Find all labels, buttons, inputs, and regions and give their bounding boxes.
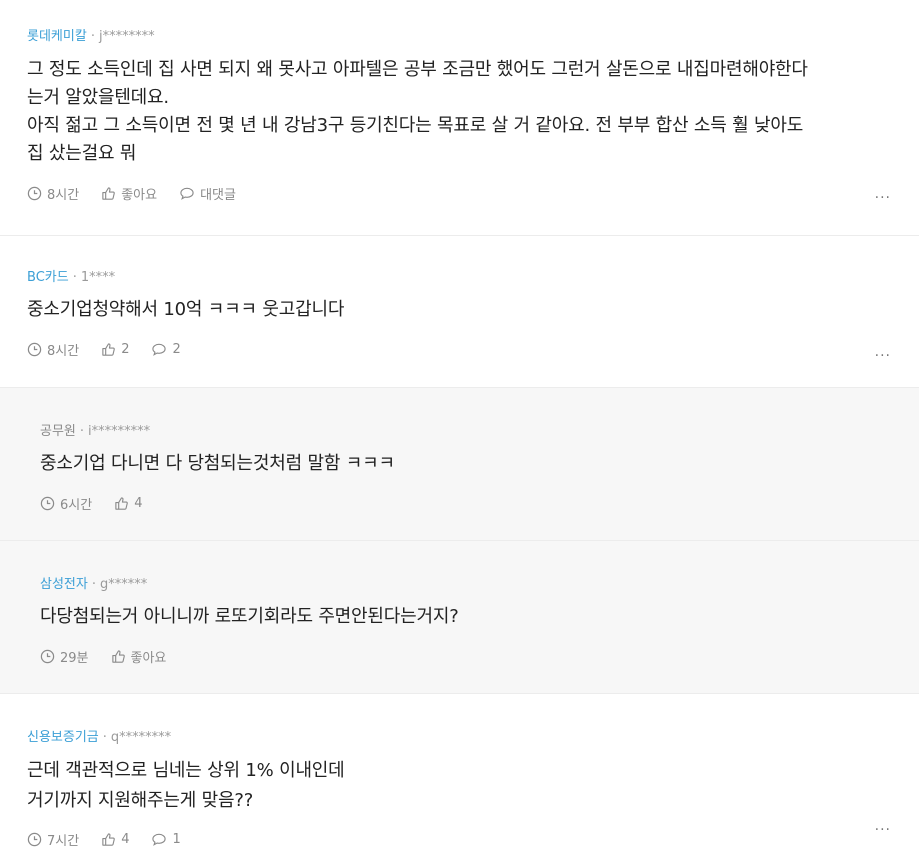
reply-button[interactable]: 2: [151, 342, 181, 357]
clock-icon: [40, 496, 55, 511]
time-stamp: 7시간: [27, 830, 79, 849]
time-stamp: 8시간: [27, 340, 79, 359]
company-label[interactable]: 공무원: [40, 424, 76, 439]
comment-line: 다당첨되는거 아니니까 로또기회라도 주면안된다는거지?: [40, 606, 459, 627]
comment-text: 중소기업 다니면 다 당첨되는것처럼 말함 ㅋㅋㅋ: [40, 450, 879, 478]
reply-count: 1: [172, 832, 181, 847]
reply-item: 공무원 · i********* 중소기업 다니면 다 당첨되는것처럼 말함 ㅋㅋㅋ…: [0, 388, 919, 541]
time-text: 6시간: [60, 498, 93, 513]
comment-line: 근데 객관적으로 님네는 상위 1% 이내인데: [27, 760, 345, 781]
comment-text: 중소기업청약해서 10억 ㅋㅋㅋ 웃고갑니다: [27, 296, 879, 324]
more-options-icon[interactable]: ···: [875, 190, 891, 206]
more-options-icon[interactable]: ···: [875, 822, 891, 838]
user-id: q********: [110, 730, 172, 745]
clock-icon: [27, 832, 42, 847]
comment-actions: 6시간 4: [40, 494, 879, 513]
thumbs-up-icon: [102, 343, 116, 356]
comment-meta: 신용보증기금 · q********: [27, 729, 879, 747]
thumbs-up-icon: [111, 650, 125, 663]
comment-line: 거기까지 지원해주는게 맞음??: [27, 790, 254, 811]
comment-line: 중소기업 다니면 다 당첨되는것처럼 말함 ㅋㅋㅋ: [40, 453, 395, 474]
reply-item: 삼성전자 · g****** 다당첨되는거 아니니까 로또기회라도 주면안된다는거지…: [0, 541, 919, 694]
like-button[interactable]: 4: [114, 496, 142, 511]
like-text: 좋아요: [130, 651, 167, 666]
thumbs-up-icon: [115, 497, 129, 510]
clock-icon: [27, 342, 42, 357]
comment-actions: 7시간 4 1: [27, 830, 879, 849]
thumbs-up-icon: [102, 833, 116, 846]
thumbs-up-icon: [102, 187, 116, 200]
comment-text: 그 정도 소득인데 집 사면 되지 왜 못사고 아파텔은 공부 조금만 했어도 …: [27, 56, 879, 168]
time-text: 29분: [60, 651, 89, 666]
speech-bubble-icon: [152, 343, 167, 356]
speech-bubble-icon: [152, 833, 167, 846]
like-text: 좋아요: [121, 188, 158, 203]
comment-actions: 8시간 2 2: [27, 340, 879, 359]
meta-separator: ·: [72, 270, 77, 285]
comment-actions: 29분 좋아요: [40, 647, 879, 666]
meta-separator: ·: [102, 730, 107, 745]
more-options-icon[interactable]: ···: [875, 348, 891, 364]
comment-item: 롯데케미칼 · j******** 그 정도 소득인데 집 사면 되지 왜 못사고 …: [0, 0, 919, 236]
user-id: i*********: [88, 424, 151, 439]
comment-line: 집 샀는걸요 뭐: [27, 143, 137, 164]
reply-button[interactable]: 대댓글: [179, 184, 236, 203]
user-id: 1****: [80, 270, 116, 285]
like-button[interactable]: 좋아요: [111, 647, 167, 666]
comment-line: 아직 젊고 그 소득이면 전 몇 년 내 강남3구 등기친다는 목표로 살 거 …: [27, 115, 804, 136]
comment-line: 중소기업청약해서 10억 ㅋㅋㅋ 웃고갑니다: [27, 299, 345, 320]
time-text: 8시간: [47, 344, 80, 359]
company-label[interactable]: BC카드: [27, 270, 69, 285]
like-button[interactable]: 4: [101, 832, 129, 847]
meta-separator: ·: [90, 29, 95, 44]
speech-bubble-icon: [180, 187, 194, 200]
time-text: 7시간: [47, 834, 80, 849]
time-stamp: 6시간: [40, 494, 92, 513]
company-label[interactable]: 삼성전자: [40, 577, 88, 592]
clock-icon: [27, 186, 42, 201]
comment-meta: 롯데케미칼 · j********: [27, 28, 879, 46]
like-count: 4: [134, 496, 143, 511]
company-label[interactable]: 신용보증기금: [27, 730, 99, 745]
comment-actions: 8시간 좋아요 대댓글: [27, 184, 879, 203]
comment-text: 다당첨되는거 아니니까 로또기회라도 주면안된다는거지?: [40, 603, 879, 631]
comment-meta: BC카드 · 1****: [27, 269, 879, 287]
company-label[interactable]: 롯데케미칼: [27, 29, 87, 44]
comment-meta: 삼성전자 · g******: [40, 576, 879, 594]
comment-item: BC카드 · 1**** 중소기업청약해서 10억 ㅋㅋㅋ 웃고갑니다 8시간 2 …: [0, 236, 919, 388]
meta-separator: ·: [79, 424, 85, 439]
user-id: g******: [99, 577, 148, 592]
reply-button[interactable]: 1: [151, 832, 181, 847]
time-stamp: 29분: [40, 647, 89, 666]
comment-item: 신용보증기금 · q******** 근데 객관적으로 님네는 상위 1% 이내인데…: [0, 694, 919, 864]
reply-text: 대댓글: [200, 188, 236, 203]
time-text: 8시간: [47, 188, 80, 203]
comment-text: 근데 객관적으로 님네는 상위 1% 이내인데 거기까지 지원해주는게 맞음??: [27, 756, 879, 816]
like-count: 4: [121, 832, 130, 847]
like-button[interactable]: 2: [101, 342, 129, 357]
reply-count: 2: [172, 342, 181, 357]
clock-icon: [40, 649, 55, 664]
user-id: j********: [98, 29, 155, 44]
like-count: 2: [121, 342, 130, 357]
meta-separator: ·: [91, 577, 96, 592]
comment-meta: 공무원 · i*********: [40, 423, 879, 441]
like-button[interactable]: 좋아요: [101, 184, 157, 203]
time-stamp: 8시간: [27, 184, 79, 203]
comment-line: 그 정도 소득인데 집 사면 되지 왜 못사고 아파텔은 공부 조금만 했어도 …: [27, 59, 808, 80]
comment-line: 는거 알았을텐데요.: [27, 87, 169, 108]
